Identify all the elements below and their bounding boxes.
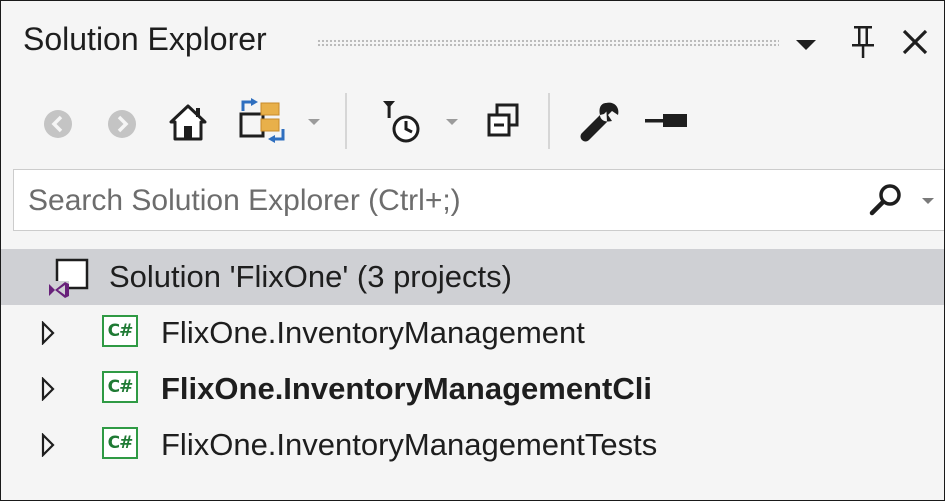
expand-arrow-icon[interactable] <box>41 377 55 401</box>
title-grip[interactable] <box>317 39 779 47</box>
pending-changes-filter-icon[interactable] <box>379 97 429 147</box>
solution-explorer-panel: Solution Explorer Search Solution Explor… <box>0 0 945 501</box>
home-icon[interactable] <box>167 101 209 143</box>
tree-item-label: FlixOne.InventoryManagementCli <box>161 371 652 406</box>
switch-views-dropdown-icon[interactable] <box>307 117 321 127</box>
back-icon[interactable] <box>41 107 75 141</box>
pending-changes-dropdown-icon[interactable] <box>445 117 459 127</box>
toolbar-separator <box>345 93 347 149</box>
csharp-project-icon: C# <box>102 371 138 403</box>
tree-row-project[interactable]: C# FlixOne.InventoryManagementTests <box>1 417 944 473</box>
switch-views-icon[interactable] <box>237 97 287 145</box>
expand-arrow-icon[interactable] <box>41 321 55 345</box>
close-icon[interactable] <box>900 27 930 57</box>
solution-tree: Solution 'FlixOne' (3 projects) C# FlixO… <box>1 231 944 500</box>
properties-icon[interactable] <box>576 97 624 147</box>
tree-item-label: Solution 'FlixOne' (3 projects) <box>109 259 512 294</box>
tree-item-label: FlixOne.InventoryManagementTests <box>161 427 658 462</box>
collapse-all-icon[interactable] <box>485 101 521 141</box>
toolbar <box>1 87 944 167</box>
search-box[interactable]: Search Solution Explorer (Ctrl+;) <box>13 169 944 231</box>
csharp-project-icon: C# <box>102 315 138 347</box>
visual-studio-solution-icon <box>47 258 89 298</box>
panel-title: Solution Explorer <box>23 21 267 57</box>
preview-icon[interactable] <box>643 111 691 131</box>
tree-row-project[interactable]: C# FlixOne.InventoryManagementCli <box>1 361 944 417</box>
title-bar: Solution Explorer <box>1 1 944 87</box>
forward-icon[interactable] <box>105 107 139 141</box>
search-input[interactable]: Search Solution Explorer (Ctrl+;) <box>28 184 461 218</box>
expand-arrow-icon[interactable] <box>41 433 55 457</box>
pin-icon[interactable] <box>849 23 877 63</box>
tree-row-project[interactable]: C# FlixOne.InventoryManagement <box>1 305 944 361</box>
dropdown-arrow-icon[interactable] <box>793 37 819 53</box>
tree-row-solution[interactable]: Solution 'FlixOne' (3 projects) <box>1 249 944 305</box>
search-options-icon[interactable] <box>920 196 936 206</box>
csharp-project-icon: C# <box>102 427 138 459</box>
search-icon[interactable] <box>866 182 906 218</box>
toolbar-separator <box>548 93 550 149</box>
tree-item-label: FlixOne.InventoryManagement <box>161 315 585 350</box>
